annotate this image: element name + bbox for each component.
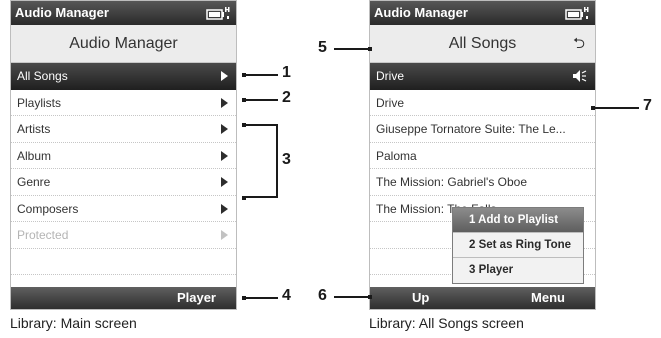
callout-line-5: [334, 48, 369, 50]
song-title: Giuseppe Tornatore Suite: The Le...: [376, 122, 566, 136]
callout-dot: [368, 295, 372, 299]
list-item-playlists[interactable]: Playlists: [11, 90, 236, 116]
page-title: All Songs ⮌: [370, 25, 595, 63]
callout-dot: [368, 47, 372, 51]
list-item-label: Artists: [17, 122, 51, 136]
menu-item-player[interactable]: 3 Player: [453, 258, 583, 283]
list-item-label: Playlists: [17, 95, 62, 110]
callout-number-4: 4: [282, 287, 291, 304]
chevron-right-icon: [221, 230, 228, 240]
library-list: All Songs Playlists Artists Album Genre …: [11, 63, 236, 302]
softkey-menu[interactable]: Menu: [531, 287, 565, 309]
song-title: Paloma: [376, 148, 417, 163]
list-item-all-songs[interactable]: All Songs: [11, 63, 236, 90]
callout-line-2: [244, 99, 278, 101]
chevron-right-icon: [221, 71, 228, 81]
song-row[interactable]: Drive: [370, 90, 595, 116]
song-title: The Mission: Gabriel's Oboe: [376, 175, 528, 189]
callout-line-7: [594, 107, 639, 109]
list-item-label: Genre: [17, 175, 51, 189]
chevron-right-icon: [221, 97, 228, 108]
menu-item-set-as-ring-tone[interactable]: 2 Set as Ring Tone: [453, 233, 583, 258]
all-songs-screen: Audio Manager All Songs ⮌ Drive Drive Gi…: [369, 0, 596, 310]
callout-number-5: 5: [318, 39, 327, 56]
chevron-right-icon: [221, 150, 228, 161]
callout-bracket-3: [244, 124, 278, 198]
battery-icon: [206, 7, 230, 20]
battery-icon: [565, 7, 589, 20]
list-item-label: Protected: [17, 228, 69, 242]
page-title: Audio Manager: [11, 25, 236, 63]
song-row[interactable]: Giuseppe Tornatore Suite: The Le...: [370, 116, 595, 143]
empty-row: [11, 249, 236, 275]
softkey-bar: Player: [11, 287, 236, 309]
app-title: Audio Manager: [374, 5, 468, 20]
softkey-bar: Up Menu: [370, 287, 595, 309]
list-item-artists[interactable]: Artists: [11, 116, 236, 143]
callout-line-6: [334, 296, 369, 298]
song-row[interactable]: Drive: [370, 63, 595, 90]
speaker-playing-icon: [573, 70, 587, 82]
callout-number-2: 2: [282, 89, 291, 106]
back-arrow-icon[interactable]: ⮌: [573, 25, 585, 63]
song-row[interactable]: The Mission: Gabriel's Oboe: [370, 169, 595, 196]
callout-line-4: [244, 297, 278, 299]
callout-number-6: 6: [318, 287, 327, 304]
callout-number-1: 1: [282, 64, 291, 81]
softkey-player[interactable]: Player: [177, 287, 216, 309]
chevron-right-icon: [221, 124, 228, 134]
caption-main-screen: Library: Main screen: [10, 315, 137, 331]
app-title: Audio Manager: [15, 5, 109, 20]
context-menu: 1 Add to Playlist 2 Set as Ring Tone 3 P…: [452, 207, 584, 284]
song-title: Drive: [376, 95, 405, 110]
softkey-up[interactable]: Up: [412, 287, 429, 309]
callout-number-3: 3: [282, 151, 291, 168]
callout-line-1: [244, 74, 278, 76]
callout-number-7: 7: [643, 97, 652, 114]
song-title: Drive: [376, 69, 405, 83]
list-item-label: Album: [17, 148, 52, 163]
main-screen: Audio Manager Audio Manager All Songs Pl…: [10, 0, 237, 310]
song-row[interactable]: Paloma: [370, 143, 595, 169]
title-bar: Audio Manager: [370, 1, 595, 25]
menu-item-add-to-playlist[interactable]: 1 Add to Playlist: [453, 208, 583, 233]
list-item-protected[interactable]: Protected: [11, 222, 236, 249]
list-item-label: All Songs: [17, 69, 68, 83]
title-bar: Audio Manager: [11, 1, 236, 25]
list-item-album[interactable]: Album: [11, 143, 236, 169]
caption-all-songs-screen: Library: All Songs screen: [369, 315, 524, 331]
chevron-right-icon: [221, 203, 228, 214]
chevron-right-icon: [221, 177, 228, 187]
page-title-text: All Songs: [448, 35, 517, 52]
list-item-label: Composers: [17, 201, 79, 216]
list-item-composers[interactable]: Composers: [11, 196, 236, 222]
list-item-genre[interactable]: Genre: [11, 169, 236, 196]
